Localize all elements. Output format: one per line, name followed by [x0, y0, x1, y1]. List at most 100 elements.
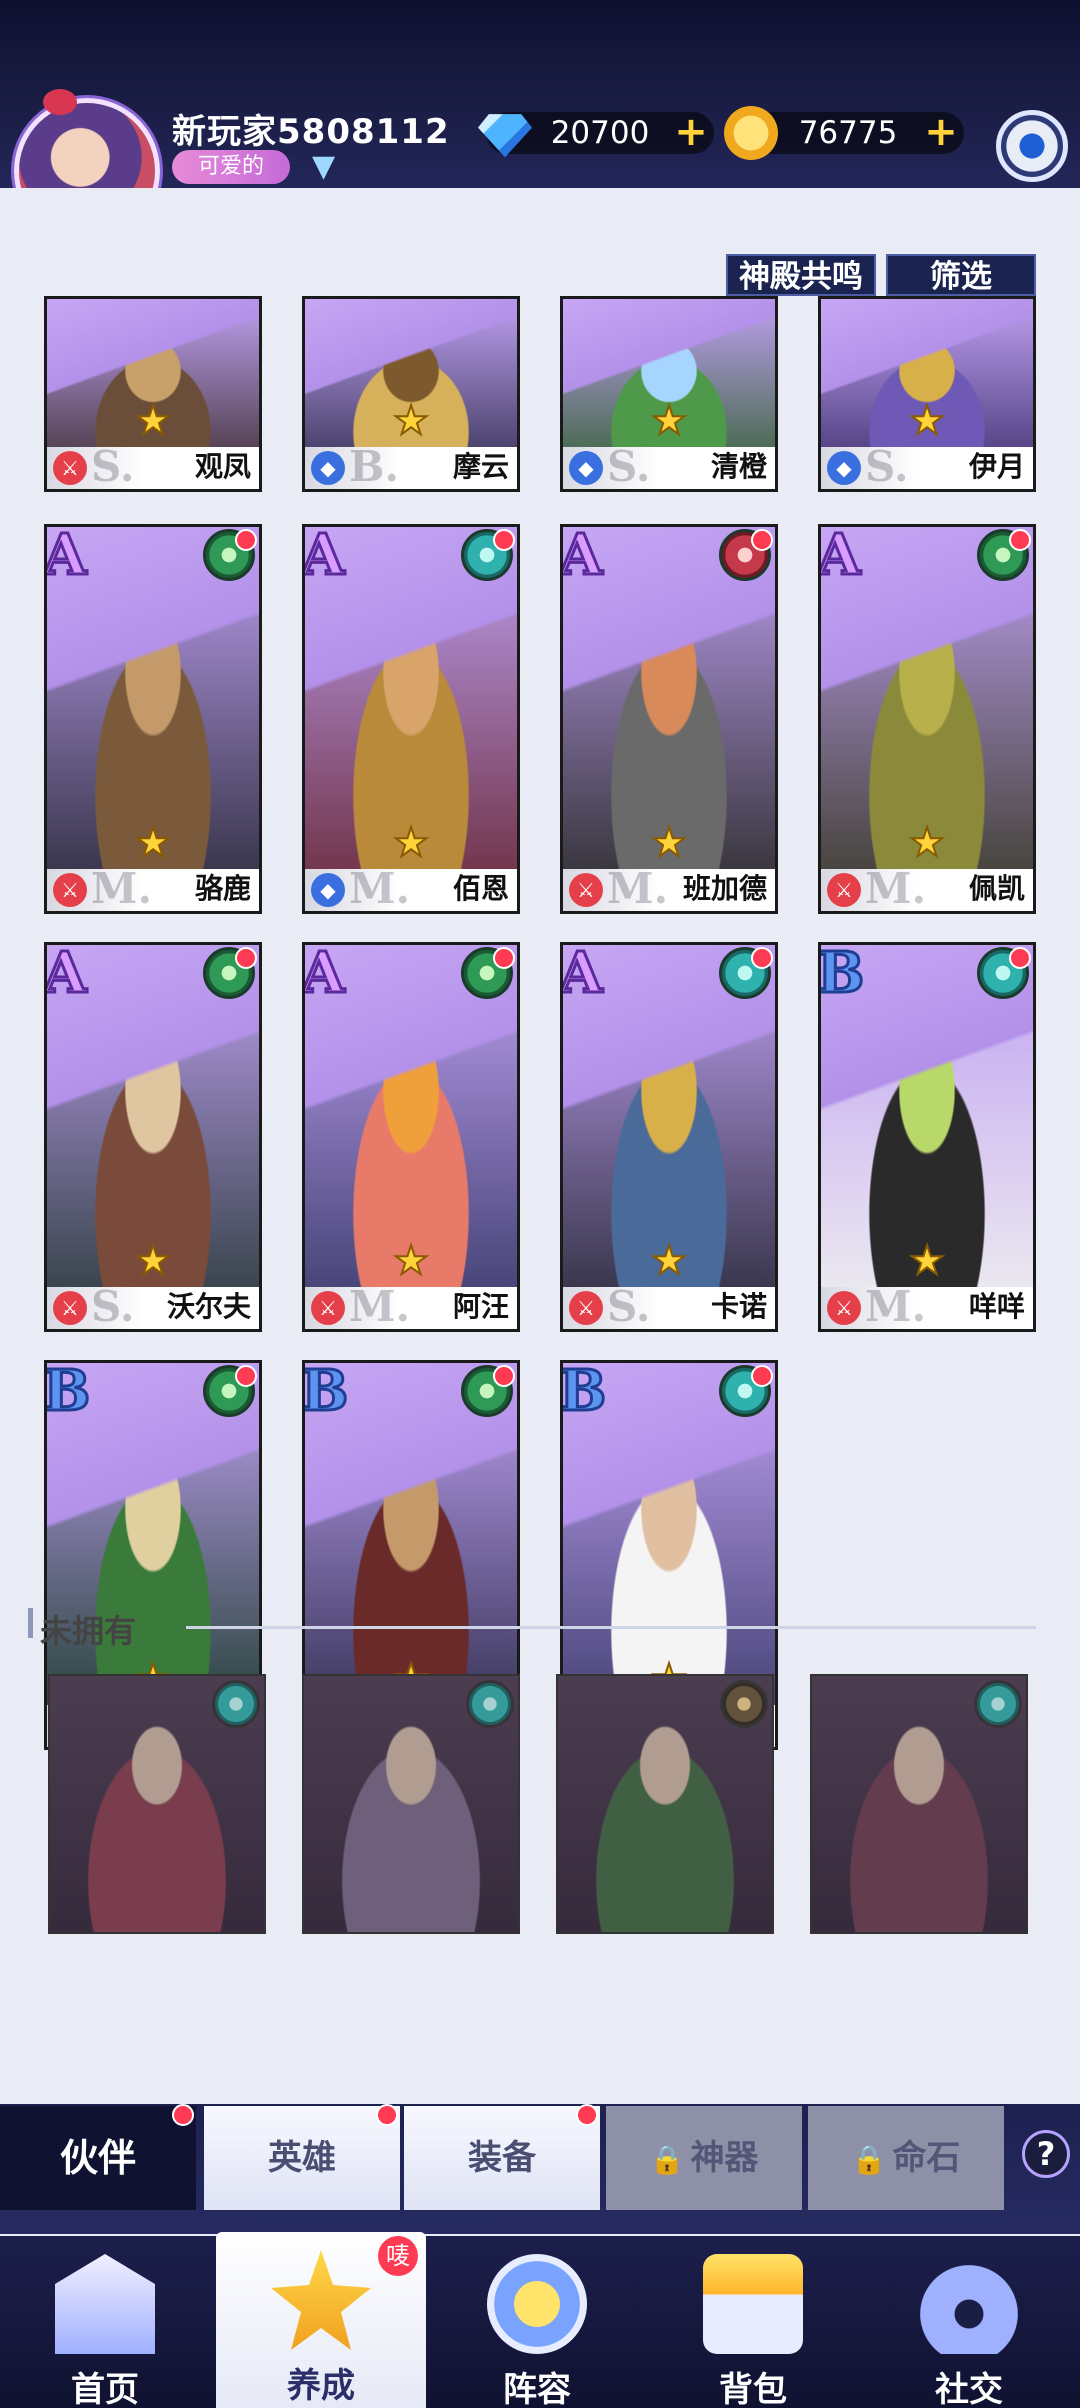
player-header: 新玩家5808112 可爱的 ▼ 20700 + 76775 + [0, 0, 1080, 244]
rarity-mark: S. [91, 1282, 135, 1331]
gold-coin-icon [724, 106, 778, 160]
hero-card[interactable]: A ★ ⚔ S. 卡诺 [560, 942, 778, 1332]
notification-dot [235, 1365, 257, 1387]
star-rating-icon: ★ [134, 1238, 172, 1284]
home-icon [55, 2254, 155, 2354]
diamond-icon [478, 114, 532, 158]
unowned-hero-card[interactable] [48, 1674, 266, 1934]
sword-role-icon: ⚔ [827, 873, 861, 907]
tab-artifact[interactable]: 🔒 神器 [606, 2106, 802, 2210]
unowned-hero-card[interactable] [810, 1674, 1028, 1934]
hero-card[interactable]: ★ ◆ S. 伊月 [818, 296, 1036, 492]
social-lock-icon [919, 2254, 1019, 2354]
notification-dot [1009, 947, 1031, 969]
help-button[interactable]: ? [1022, 2130, 1070, 2178]
tab-hero[interactable]: 英雄 [204, 2104, 400, 2210]
notification-dot [172, 2104, 194, 2126]
nav-social[interactable]: 社交 [864, 2236, 1074, 2408]
star-rating-icon: ★ [392, 1238, 430, 1284]
notification-dot [576, 2104, 598, 2126]
hero-card[interactable]: A ★ ⚔ M. 班加德 [560, 524, 778, 914]
tab-fatestone[interactable]: 🔒 命石 [808, 2106, 1004, 2210]
hero-grade: B [818, 942, 866, 1006]
star-rating-icon: ★ [134, 398, 172, 444]
element-teal-icon [212, 1680, 260, 1728]
hero-name: 班加德 [682, 872, 767, 905]
hero-card[interactable]: A ★ ⚔ M. 骆鹿 [44, 524, 262, 914]
add-gold-button[interactable]: + [924, 112, 958, 152]
sword-role-icon: ⚔ [311, 1291, 345, 1325]
hero-card[interactable]: A ★ ◆ M. 佰恩 [302, 524, 520, 914]
filter-button[interactable]: 筛选 [886, 254, 1036, 296]
tab-equipment[interactable]: 装备 [404, 2104, 600, 2210]
sword-role-icon: ⚔ [569, 1291, 603, 1325]
nav-develop-label: 养成 [287, 2366, 355, 2406]
player-name: 新玩家5808112 [172, 112, 450, 152]
star-rating-icon: ★ [650, 1238, 688, 1284]
hero-grade: B [302, 1360, 350, 1424]
element-teal-icon [974, 1680, 1022, 1728]
rarity-mark: M. [865, 1282, 927, 1331]
sword-role-icon: ⚔ [569, 873, 603, 907]
hero-card[interactable]: ★ ◆ B. 摩云 [302, 296, 520, 492]
rarity-mark: M. [349, 864, 411, 913]
bag-icon [703, 2254, 803, 2354]
nav-home[interactable]: 首页 [0, 2236, 210, 2408]
hero-name: 沃尔夫 [166, 1290, 251, 1323]
hero-card[interactable]: ★ ⚔ S. 观凤 [44, 296, 262, 492]
star-rating-icon: ★ [908, 398, 946, 444]
hero-grade: A [302, 524, 346, 588]
temple-resonance-button[interactable]: 神殿共鸣 [726, 254, 876, 296]
section-divider [186, 1626, 1036, 1629]
star-rating-icon: ★ [392, 398, 430, 444]
shield-role-icon: ◆ [827, 451, 861, 485]
star-rating-icon: ★ [908, 1238, 946, 1284]
notification-dot [751, 529, 773, 551]
nav-bag[interactable]: 背包 [648, 2236, 858, 2408]
hero-card[interactable]: A ★ ⚔ M. 佩凯 [818, 524, 1036, 914]
nav-develop[interactable]: 唛 养成 [216, 2232, 426, 2408]
bow-decoration [43, 89, 77, 115]
hero-name: 佩凯 [968, 872, 1025, 905]
hero-card[interactable]: A ★ ⚔ S. 沃尔夫 [44, 942, 262, 1332]
rarity-mark: S. [607, 1282, 651, 1331]
nav-lineup[interactable]: 阵容 [432, 2236, 642, 2408]
rarity-mark: S. [865, 442, 909, 491]
hero-card[interactable]: B ★ ⚔ M. 咩咩 [818, 942, 1036, 1332]
hero-card[interactable]: ★ ◆ S. 清橙 [560, 296, 778, 492]
add-diamond-button[interactable]: + [674, 112, 708, 152]
unowned-hero-card[interactable] [302, 1674, 520, 1934]
tab-hero-label: 英雄 [268, 2138, 336, 2178]
hero-name: 摩云 [452, 450, 509, 483]
hero-card[interactable]: A ★ ⚔ M. 阿汪 [302, 942, 520, 1332]
hero-name: 伊月 [968, 450, 1025, 483]
rarity-mark: S. [91, 442, 135, 491]
rarity-mark: M. [607, 864, 669, 913]
shield-role-icon: ◆ [569, 451, 603, 485]
star-rating-icon: ★ [650, 398, 688, 444]
notification-dot [751, 947, 773, 969]
sub-tab-bar: 伙伴 英雄 装备 🔒 神器 🔒 命石 [0, 2104, 1080, 2234]
hero-name: 清橙 [710, 450, 767, 483]
hero-name: 佰恩 [452, 872, 509, 905]
rarity-mark: M. [91, 864, 153, 913]
vip-diamond-icon[interactable]: ▼ [312, 152, 348, 182]
tab-fatestone-label: 命石 [892, 2138, 961, 2178]
tab-partner[interactable]: 伙伴 [0, 2104, 196, 2210]
gear-icon[interactable] [996, 110, 1068, 182]
hero-name: 卡诺 [710, 1290, 767, 1323]
nav-social-label: 社交 [935, 2370, 1003, 2408]
element-teal-icon [466, 1680, 514, 1728]
hero-grade: A [44, 942, 88, 1006]
hero-grade: A [560, 942, 604, 1006]
notification-dot [235, 947, 257, 969]
hero-grade: B [44, 1360, 92, 1424]
hero-name: 骆鹿 [194, 872, 251, 905]
title-badge[interactable]: 可爱的 [172, 150, 290, 184]
sword-role-icon: ⚔ [53, 1291, 87, 1325]
unowned-hero-card[interactable] [556, 1674, 774, 1934]
lock-icon: 🔒 [649, 2143, 685, 2176]
rarity-mark: B. [349, 442, 400, 491]
tab-partner-label: 伙伴 [59, 2136, 136, 2180]
shield-role-icon: ◆ [311, 451, 345, 485]
